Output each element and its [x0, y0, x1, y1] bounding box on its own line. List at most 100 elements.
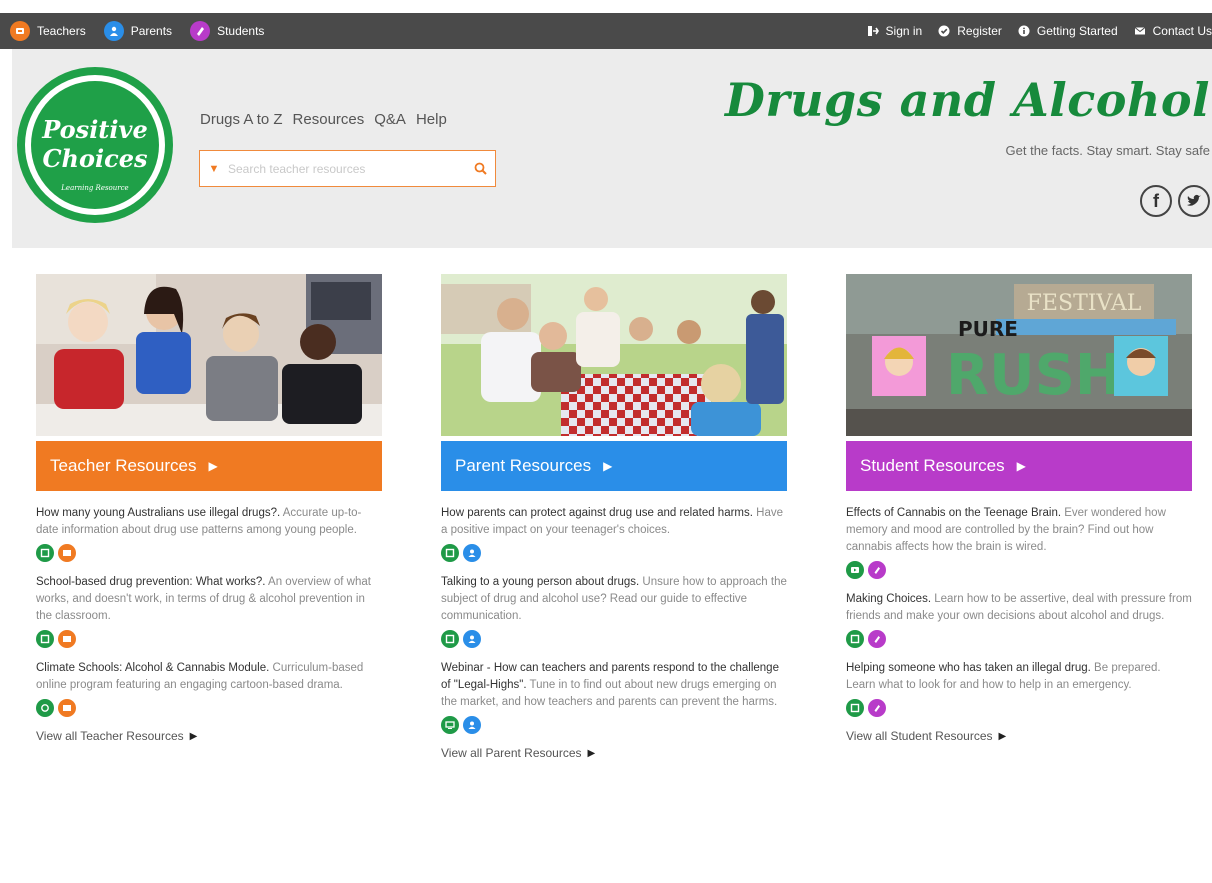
nav-qa[interactable]: Q&A — [374, 111, 406, 128]
lesson-icon[interactable] — [441, 544, 459, 562]
item-title[interactable]: Effects of Cannabis on the Teenage Brain… — [846, 507, 1061, 519]
arrow-right-icon: ▶ — [189, 730, 198, 742]
page-subtitle: Get the facts. Stay smart. Stay safe — [1005, 143, 1210, 158]
students-label: Students — [217, 24, 265, 38]
lesson-icon[interactable] — [36, 630, 54, 648]
list-item: Talking to a young person about drugs. U… — [441, 574, 787, 625]
nav-drugs-a-to-z[interactable]: Drugs A to Z — [200, 111, 283, 128]
program-icon[interactable] — [36, 699, 54, 717]
parent-icon[interactable] — [463, 544, 481, 562]
student-resources-banner[interactable]: Student Resources ▶ — [846, 441, 1192, 491]
list-item: Climate Schools: Alcohol & Cannabis Modu… — [36, 660, 382, 694]
top-bar: Teachers Parents Students Sign in Regist… — [0, 13, 1212, 49]
parents-link[interactable]: Parents — [103, 21, 173, 41]
student-icon[interactable] — [868, 561, 886, 579]
rush-sign: RUSH — [946, 343, 1122, 408]
item-title[interactable]: Talking to a young person about drugs. — [441, 576, 639, 588]
nav-help[interactable]: Help — [416, 111, 447, 128]
parent-resources-column: Parent Resources ▶ How parents can prote… — [441, 274, 787, 760]
lesson-icon[interactable] — [846, 699, 864, 717]
register-icon — [938, 25, 950, 37]
students-cartoon-image[interactable]: FESTIVAL PURE RUSH — [846, 274, 1192, 436]
parents-photo[interactable] — [441, 274, 787, 436]
parent-resources-banner[interactable]: Parent Resources ▶ — [441, 441, 787, 491]
list-item: Webinar - How can teachers and parents r… — [441, 660, 787, 711]
resource-type-icons — [36, 699, 382, 717]
mail-icon — [1134, 27, 1145, 35]
register-link[interactable]: Register — [938, 24, 1002, 38]
page-title: Drugs and Alcohol — [724, 73, 1210, 127]
twitter-icon[interactable] — [1178, 185, 1210, 217]
students-icon — [190, 21, 211, 41]
item-title[interactable]: Climate Schools: Alcohol & Cannabis Modu… — [36, 662, 269, 674]
festival-sign: FESTIVAL — [1027, 291, 1142, 316]
nav-resources[interactable]: Resources — [293, 111, 365, 128]
view-all-label: View all Teacher Resources — [36, 729, 184, 743]
view-all-teacher-resources-link[interactable]: View all Teacher Resources ▶ — [36, 729, 382, 743]
students-link[interactable]: Students — [190, 21, 264, 41]
register-label: Register — [957, 24, 1002, 38]
view-all-parent-resources-link[interactable]: View all Parent Resources ▶ — [441, 746, 787, 760]
account-links: Sign in Register Getting Started Contact… — [867, 13, 1212, 49]
audience-links: Teachers Parents Students — [10, 13, 264, 49]
item-title[interactable]: Making Choices. — [846, 593, 931, 605]
play-arrow-icon: ▶ — [208, 459, 218, 473]
list-item: How many young Australians use illegal d… — [36, 505, 382, 539]
item-title[interactable]: How parents can protect against drug use… — [441, 507, 753, 519]
search-button[interactable] — [465, 162, 495, 175]
arrow-right-icon: ▶ — [998, 730, 1007, 742]
logo-line1: Positive — [41, 115, 147, 144]
view-all-label: View all Student Resources — [846, 729, 993, 743]
parent-icon[interactable] — [463, 716, 481, 734]
teacher-resources-banner[interactable]: Teacher Resources ▶ — [36, 441, 382, 491]
getting-started-link[interactable]: Getting Started — [1018, 24, 1118, 38]
resource-type-icons — [36, 630, 382, 648]
contact-us-link[interactable]: Contact Us — [1134, 24, 1212, 38]
teachers-icon — [10, 21, 30, 41]
parent-icon[interactable] — [463, 630, 481, 648]
lesson-icon[interactable] — [36, 544, 54, 562]
teacher-resources-label: Teacher Resources — [50, 456, 197, 475]
sign-in-link[interactable]: Sign in — [867, 24, 923, 38]
info-icon — [1018, 25, 1030, 37]
teacher-icon[interactable] — [58, 630, 76, 648]
resource-type-icons — [846, 630, 1192, 648]
search-icon — [474, 162, 487, 175]
play-arrow-icon: ▶ — [603, 459, 613, 473]
view-all-label: View all Parent Resources — [441, 746, 582, 760]
parents-label: Parents — [130, 24, 173, 38]
video-icon[interactable] — [846, 561, 864, 579]
parent-resources-label: Parent Resources — [455, 456, 592, 475]
play-arrow-icon: ▶ — [1016, 459, 1026, 473]
contact-us-label: Contact Us — [1152, 24, 1212, 38]
resource-type-icons — [846, 561, 1192, 579]
search-input[interactable] — [228, 161, 465, 176]
item-title[interactable]: Helping someone who has taken an illegal… — [846, 662, 1091, 674]
lesson-icon[interactable] — [441, 630, 459, 648]
view-all-student-resources-link[interactable]: View all Student Resources ▶ — [846, 729, 1192, 743]
student-resources-column: FESTIVAL PURE RUSH Student Resources ▶ E… — [846, 274, 1192, 743]
teacher-icon[interactable] — [58, 699, 76, 717]
positive-choices-logo[interactable]: Positive Choices Learning Resource — [16, 66, 174, 224]
sign-in-label: Sign in — [885, 24, 923, 38]
teachers-label: Teachers — [37, 24, 86, 38]
item-title[interactable]: School-based drug prevention: What works… — [36, 576, 265, 588]
teacher-icon[interactable] — [58, 544, 76, 562]
logo-tagline: Learning Resource — [60, 184, 128, 192]
list-item: Making Choices. Learn how to be assertiv… — [846, 591, 1192, 625]
teacher-resources-column: Teacher Resources ▶ How many young Austr… — [36, 274, 382, 743]
list-item: Helping someone who has taken an illegal… — [846, 660, 1192, 694]
teachers-link[interactable]: Teachers — [10, 21, 86, 41]
item-title[interactable]: How many young Australians use illegal d… — [36, 507, 280, 519]
search-box: ▼ — [199, 150, 496, 187]
list-item: School-based drug prevention: What works… — [36, 574, 382, 625]
student-icon[interactable] — [868, 630, 886, 648]
teachers-photo[interactable] — [36, 274, 382, 436]
student-icon[interactable] — [868, 699, 886, 717]
resource-type-icons — [441, 544, 787, 562]
resource-type-icons — [441, 716, 787, 734]
search-scope-dropdown[interactable]: ▼ — [200, 163, 228, 175]
webinar-icon[interactable] — [441, 716, 459, 734]
lesson-icon[interactable] — [846, 630, 864, 648]
facebook-icon[interactable]: f — [1140, 185, 1172, 217]
